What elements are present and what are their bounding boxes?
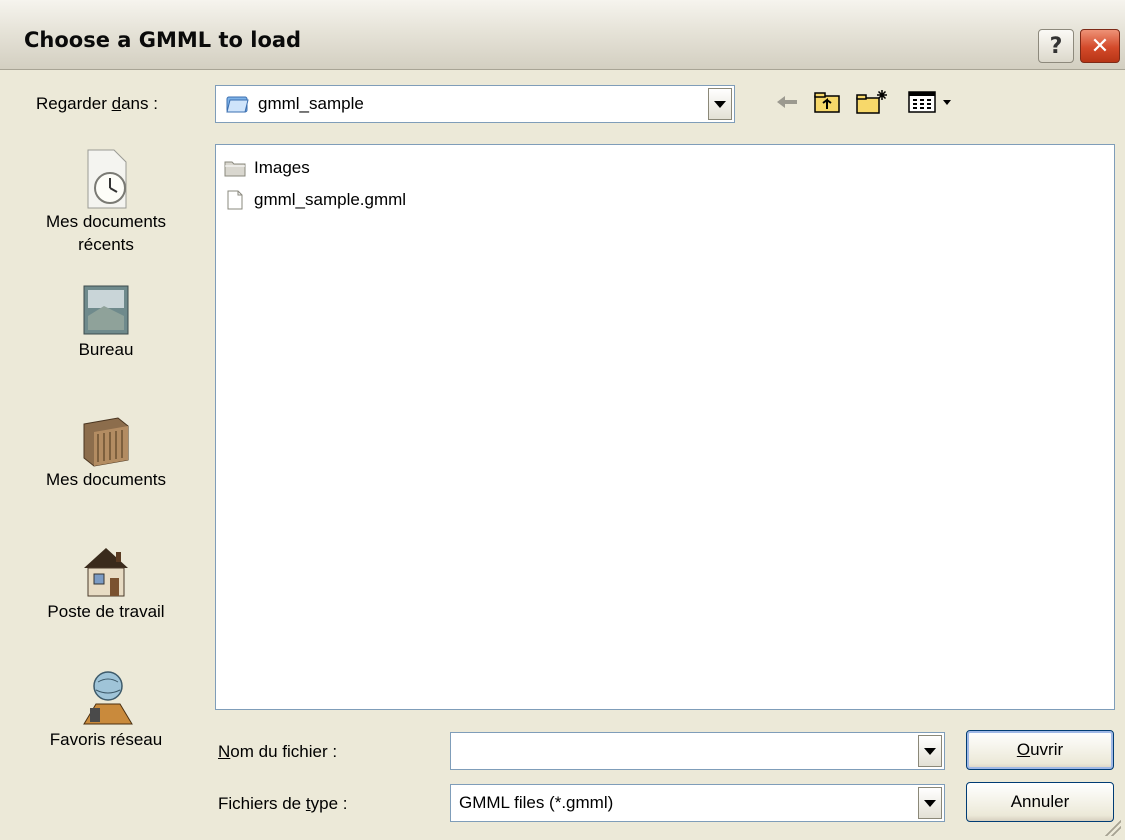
back-arrow-icon: [777, 96, 797, 108]
folder-open-icon: [226, 94, 250, 114]
filetype-arrow[interactable]: [918, 787, 942, 819]
file-icon: [227, 190, 243, 210]
list-item[interactable]: gmml_sample.gmml: [224, 187, 406, 213]
window-title: Choose a GMML to load: [24, 28, 302, 52]
place-network[interactable]: Favoris réseau: [16, 668, 196, 751]
place-desktop[interactable]: Bureau: [16, 282, 196, 361]
filetype-label: Fichiers de type :: [218, 794, 348, 813]
look-in-value: gmml_sample: [258, 94, 364, 113]
filename-label: Nom du fichier :: [218, 742, 338, 761]
recent-documents-icon: [87, 149, 127, 209]
chevron-down-icon: [924, 799, 936, 807]
my-documents-icon: [83, 417, 129, 467]
view-list-icon: [908, 91, 936, 113]
network-places-icon: [83, 671, 133, 725]
filetype-value: GMML files (*.gmml): [459, 793, 614, 812]
my-computer-icon: [84, 548, 128, 597]
chevron-down-icon: [924, 747, 936, 755]
list-item[interactable]: Images: [224, 155, 310, 181]
look-in-dropdown[interactable]: gmml_sample: [215, 85, 735, 123]
view-menu-button[interactable]: [902, 88, 958, 116]
title-bar: Choose a GMML to load ? ✕: [0, 0, 1125, 70]
new-folder-button[interactable]: [852, 88, 892, 116]
filetype-dropdown[interactable]: GMML files (*.gmml): [450, 784, 945, 822]
chevron-down-icon: [943, 100, 951, 105]
cancel-button[interactable]: Annuler: [966, 782, 1114, 822]
close-button[interactable]: ✕: [1080, 29, 1120, 63]
new-folder-icon: [856, 90, 887, 114]
resize-grip[interactable]: [1103, 818, 1121, 836]
open-button[interactable]: Ouvrir: [966, 730, 1114, 770]
look-in-arrow[interactable]: [708, 88, 732, 120]
place-recent-documents[interactable]: Mes documents récents: [16, 148, 196, 256]
look-in-label: Regarder dans :: [36, 94, 158, 113]
help-button[interactable]: ?: [1038, 29, 1074, 63]
up-folder-button[interactable]: [810, 88, 844, 116]
back-button[interactable]: [772, 88, 802, 116]
folder-icon: [224, 161, 246, 177]
up-folder-icon: [814, 92, 840, 113]
filename-input[interactable]: [450, 732, 945, 770]
place-my-computer[interactable]: Poste de travail: [16, 540, 196, 623]
chevron-down-icon: [714, 100, 726, 108]
file-list[interactable]: Images gmml_sample.gmml: [215, 144, 1115, 710]
close-icon: ✕: [1090, 33, 1110, 59]
filename-arrow[interactable]: [918, 735, 942, 767]
place-my-documents[interactable]: Mes documents: [16, 414, 196, 491]
desktop-icon: [83, 285, 129, 335]
help-icon: ?: [1049, 33, 1063, 59]
